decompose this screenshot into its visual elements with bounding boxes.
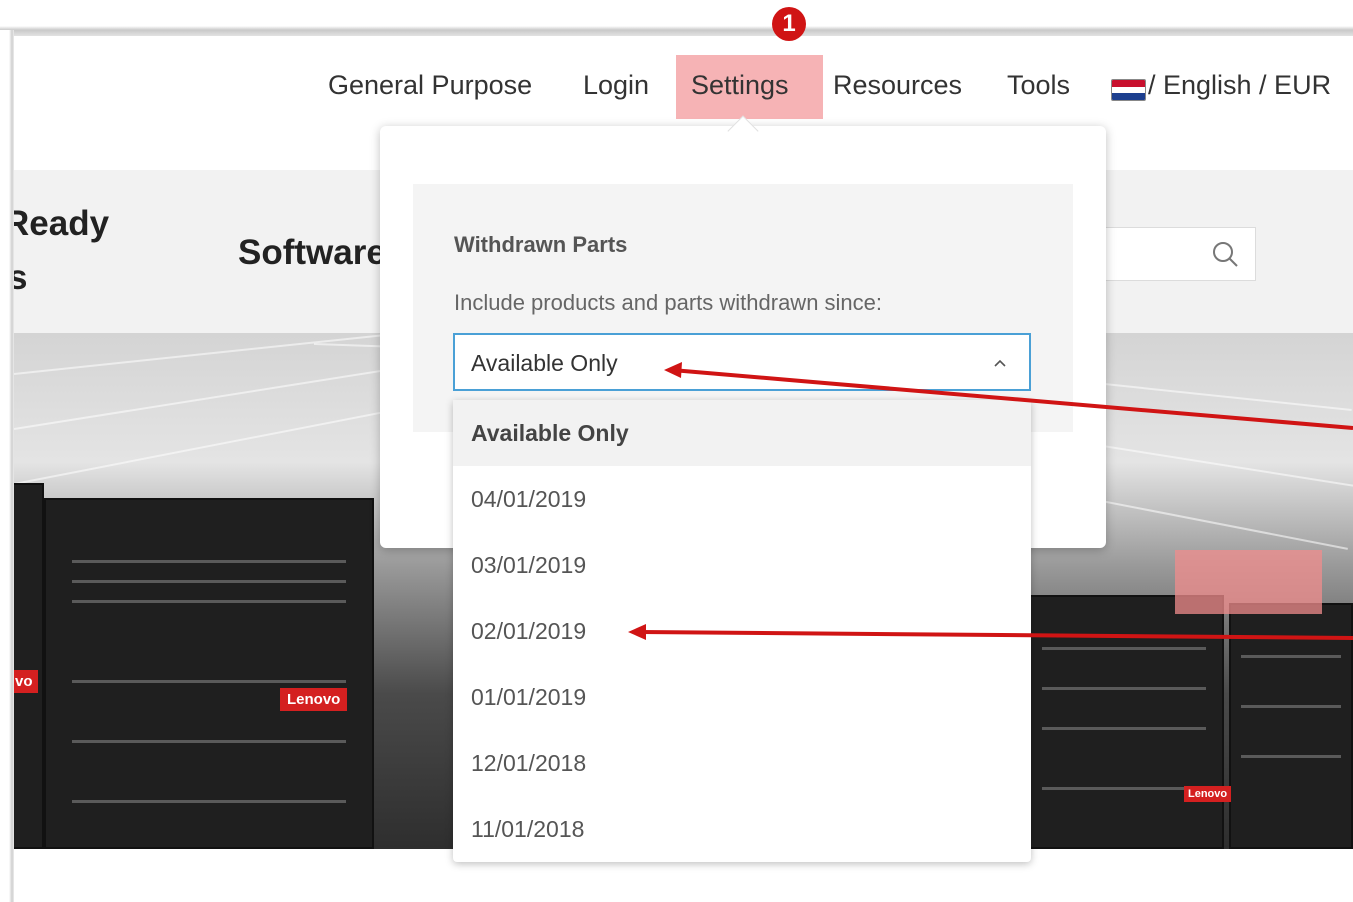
option-label: Available Only — [471, 420, 629, 446]
withdrawn-since-options: Available Only 04/01/2019 03/01/2019 02/… — [453, 400, 1031, 862]
option-label: 12/01/2018 — [471, 750, 587, 776]
screenshot-frame-left — [0, 30, 14, 902]
screenshot-frame-top — [0, 0, 1353, 36]
option-label: 02/01/2019 — [471, 618, 587, 644]
chevron-up-icon — [994, 359, 1006, 367]
lenovo-badge: vo — [14, 670, 38, 693]
select-current-value: Available Only — [471, 350, 618, 376]
step-number-badge: 1 — [772, 7, 806, 41]
software-label[interactable]: Software — [238, 233, 386, 273]
option-03-01-2019[interactable]: 03/01/2019 — [453, 532, 1031, 598]
nav-settings[interactable]: Settings — [691, 70, 789, 101]
lenovo-badge: Lenovo — [280, 688, 348, 711]
option-01-01-2019[interactable]: 01/01/2019 — [453, 664, 1031, 730]
nav-login[interactable]: Login — [583, 70, 649, 101]
brand-title-line1: Ready — [14, 204, 110, 243]
option-04-01-2019[interactable]: 04/01/2019 — [453, 466, 1031, 532]
withdrawn-parts-title: Withdrawn Parts — [454, 232, 628, 257]
option-11-01-2018[interactable]: 11/01/2018 — [453, 796, 1031, 862]
page: General Purpose Login Settings Resources… — [14, 36, 1353, 902]
option-label: 01/01/2019 — [471, 684, 587, 710]
option-02-01-2019[interactable]: 02/01/2019 — [453, 598, 1031, 664]
option-available-only[interactable]: Available Only — [453, 400, 1031, 466]
locale-selector[interactable]: / English / EUR — [1148, 70, 1331, 101]
withdrawn-since-select[interactable]: Available Only — [453, 333, 1031, 391]
option-label: 03/01/2019 — [471, 552, 587, 578]
nav-general-purpose[interactable]: General Purpose — [328, 70, 532, 101]
netherlands-flag-icon[interactable] — [1111, 79, 1146, 101]
search-icon[interactable] — [1210, 239, 1240, 269]
highlight-box — [1175, 550, 1322, 614]
option-label: 04/01/2019 — [471, 486, 587, 512]
lenovo-badge: Lenovo — [1184, 786, 1232, 802]
top-navigation: General Purpose Login Settings Resources… — [14, 36, 1353, 136]
withdrawn-parts-description: Include products and parts withdrawn sin… — [454, 290, 883, 315]
brand-title-line2: s — [14, 258, 28, 297]
option-12-01-2018[interactable]: 12/01/2018 — [453, 730, 1031, 796]
nav-tools[interactable]: Tools — [1007, 70, 1070, 101]
nav-resources[interactable]: Resources — [833, 70, 962, 101]
option-label: 11/01/2018 — [471, 816, 585, 842]
